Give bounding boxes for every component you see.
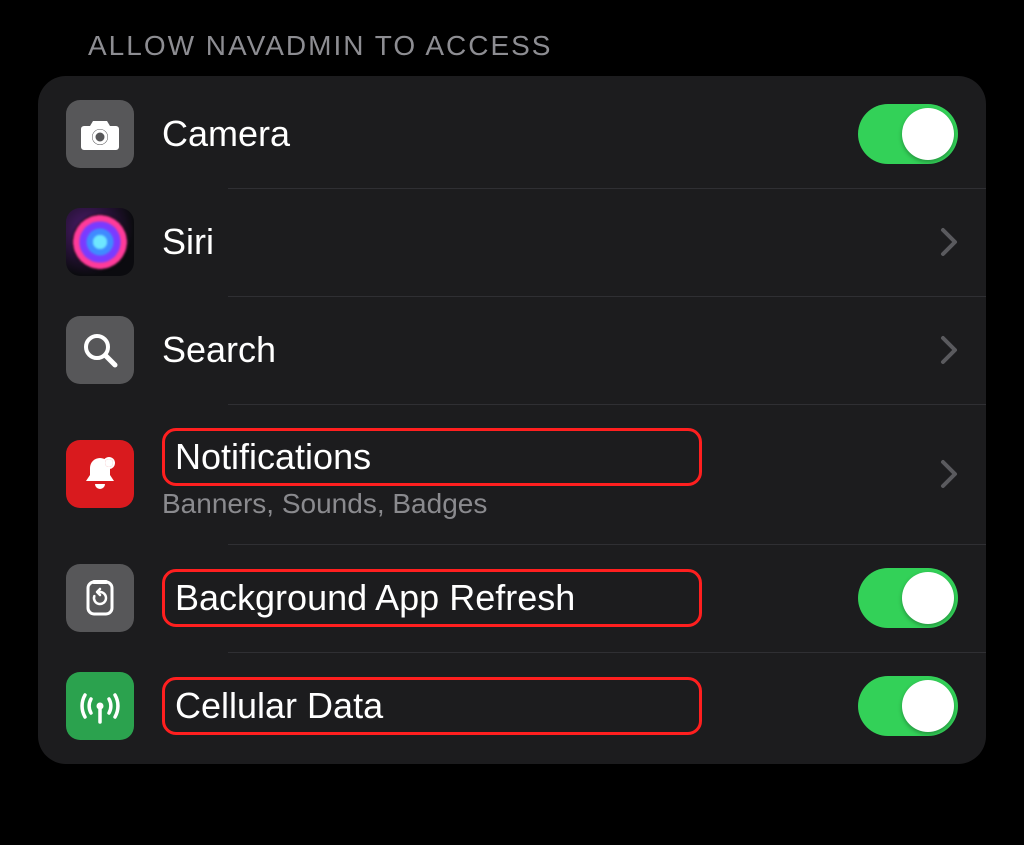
section-header: ALLOW NAVADMIN TO ACCESS xyxy=(38,30,986,62)
siri-icon xyxy=(66,208,134,276)
label-area: Notifications Banners, Sounds, Badges xyxy=(162,428,930,519)
notifications-label: Notifications xyxy=(162,428,702,485)
cellular-data-toggle[interactable] xyxy=(858,676,958,736)
toggle-knob xyxy=(902,572,954,624)
background-refresh-label: Background App Refresh xyxy=(162,569,702,626)
siri-label: Siri xyxy=(162,220,910,263)
search-label: Search xyxy=(162,328,910,371)
row-notifications[interactable]: Notifications Banners, Sounds, Badges xyxy=(38,404,986,544)
notifications-sublabel: Banners, Sounds, Badges xyxy=(162,488,910,520)
chevron-right-icon xyxy=(940,335,958,365)
camera-icon xyxy=(66,100,134,168)
label-area: Camera xyxy=(162,112,848,155)
row-camera[interactable]: Camera xyxy=(38,80,986,188)
toggle-knob xyxy=(902,108,954,160)
refresh-icon xyxy=(66,564,134,632)
row-search[interactable]: Search xyxy=(38,296,986,404)
row-cellular-data[interactable]: Cellular Data xyxy=(38,652,986,760)
chevron-right-icon xyxy=(940,227,958,257)
label-area: Cellular Data xyxy=(162,677,848,734)
row-siri[interactable]: Siri xyxy=(38,188,986,296)
search-icon xyxy=(66,316,134,384)
cellular-icon xyxy=(66,672,134,740)
label-area: Background App Refresh xyxy=(162,569,848,626)
camera-label: Camera xyxy=(162,112,828,155)
label-area: Search xyxy=(162,328,930,371)
background-refresh-toggle[interactable] xyxy=(858,568,958,628)
settings-card: Camera Siri xyxy=(38,76,986,764)
camera-toggle[interactable] xyxy=(858,104,958,164)
label-area: Siri xyxy=(162,220,930,263)
row-background-refresh[interactable]: Background App Refresh xyxy=(38,544,986,652)
cellular-data-label: Cellular Data xyxy=(162,677,702,734)
toggle-knob xyxy=(902,680,954,732)
chevron-right-icon xyxy=(940,459,958,489)
bell-icon xyxy=(66,440,134,508)
